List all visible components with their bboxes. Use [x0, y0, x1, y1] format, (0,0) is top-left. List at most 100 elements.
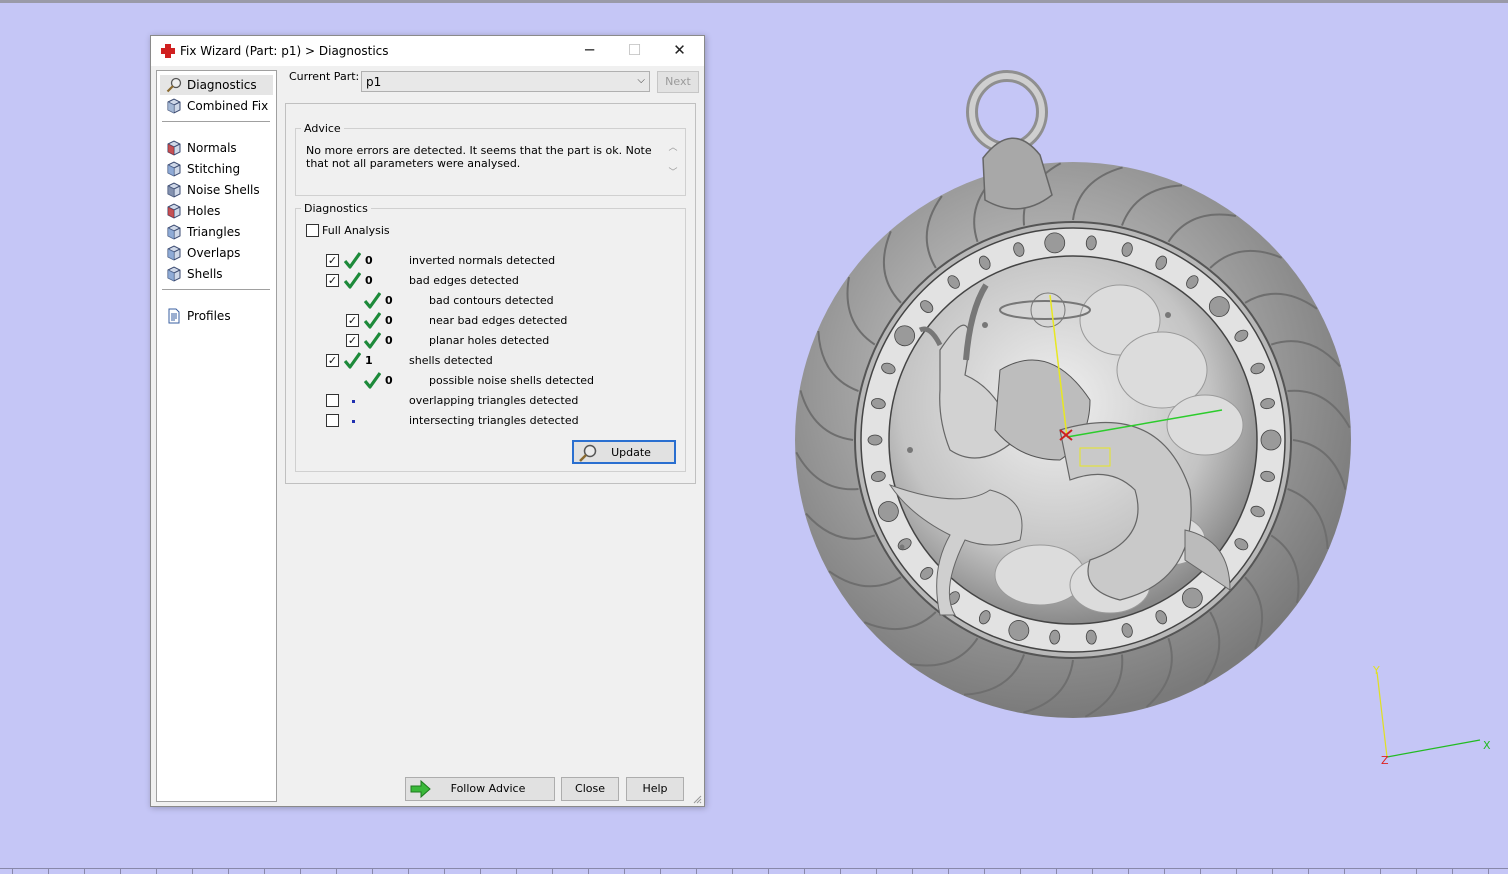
diagnostic-checkbox[interactable]: ✓ [326, 254, 339, 267]
diagnostic-label: shells detected [409, 354, 493, 367]
title-bar[interactable]: Fix Wizard (Part: p1) > Diagnostics ─ ☐ … [151, 36, 704, 66]
holes-icon [166, 203, 182, 219]
bottom-ruler [0, 868, 1508, 874]
ruler-tick [1308, 869, 1309, 874]
ruler-tick [840, 869, 841, 874]
ruler-tick [588, 869, 589, 874]
magnifier-icon [166, 77, 182, 93]
pendant-model-3d[interactable] [790, 70, 1360, 725]
ruler-tick [300, 869, 301, 874]
axis-y-label: Y [1372, 664, 1380, 677]
update-button[interactable]: Update [572, 440, 676, 464]
ruler-tick [48, 869, 49, 874]
diagnostic-checkbox[interactable] [326, 414, 339, 427]
ruler-tick [1236, 869, 1237, 874]
diagnostic-checkbox[interactable] [326, 394, 339, 407]
ruler-tick [408, 869, 409, 874]
advice-textbox[interactable]: No more errors are detected. It seems th… [305, 142, 680, 190]
follow-advice-label: Follow Advice [450, 782, 526, 795]
diagnostic-checkbox[interactable]: ✓ [346, 314, 359, 327]
ruler-tick [480, 869, 481, 874]
ruler-tick [1452, 869, 1453, 874]
ruler-tick [948, 869, 949, 874]
current-part-value: p1 [366, 75, 382, 89]
app-cross-icon [161, 44, 175, 58]
noise-shells-icon [166, 182, 182, 198]
triangles-icon [166, 224, 182, 240]
current-part-label: Current Part: [289, 70, 360, 83]
diagnostic-label: overlapping triangles detected [409, 394, 579, 407]
diagnostic-count: 0 [365, 274, 373, 287]
nav-item-holes[interactable]: Holes [160, 201, 273, 221]
axis-x-label: X [1483, 739, 1491, 752]
nav-item-shells[interactable]: Shells [160, 264, 273, 284]
diagnostic-checkbox[interactable]: ✓ [346, 334, 359, 347]
ok-check-icon [364, 312, 381, 329]
diagnostics-group-title: Diagnostics [301, 202, 371, 215]
ruler-tick [732, 869, 733, 874]
nav-item-stitching[interactable]: Stitching [160, 159, 273, 179]
nav-item-diagnostics[interactable]: Diagnostics [160, 75, 273, 95]
nav-item-noise-shells[interactable]: Noise Shells [160, 180, 273, 200]
minimize-button[interactable]: ─ [567, 36, 612, 66]
advice-scrollbar[interactable]: ︿ ﹀ [666, 142, 680, 190]
chevron-down-icon: ⌵ [637, 75, 645, 86]
axis-triad: Y X Z [1372, 664, 1491, 767]
ruler-tick [1056, 869, 1057, 874]
ruler-tick [912, 869, 913, 874]
ruler-tick [660, 869, 661, 874]
diagnostic-label: inverted normals detected [409, 254, 556, 267]
ruler-tick [228, 869, 229, 874]
screen-top-border [0, 0, 1508, 3]
nav-item-label: Profiles [187, 309, 231, 323]
scroll-down-icon[interactable]: ﹀ [666, 167, 680, 180]
resize-grip-icon[interactable] [692, 794, 702, 804]
normals-icon [166, 140, 182, 156]
nav-item-combined-fix[interactable]: Combined Fix [160, 96, 273, 116]
nav-item-triangles[interactable]: Triangles [160, 222, 273, 242]
diagnostic-checkbox[interactable]: ✓ [326, 274, 339, 287]
close-button[interactable]: Close [561, 777, 619, 801]
ok-check-icon [344, 352, 361, 369]
axis-z-label: Z [1381, 754, 1389, 767]
nav-item-label: Holes [187, 204, 221, 218]
not-analysed-dot-icon [352, 420, 355, 423]
ruler-tick [120, 869, 121, 874]
ruler-tick [516, 869, 517, 874]
nav-item-label: Triangles [187, 225, 241, 239]
nav-item-label: Noise Shells [187, 183, 260, 197]
wizard-nav-list: Diagnostics Combined Fix Normals Stitching N… [156, 70, 277, 802]
ruler-tick [696, 869, 697, 874]
nav-item-overlaps[interactable]: Overlaps [160, 243, 273, 263]
diagnostic-checkbox[interactable]: ✓ [326, 354, 339, 367]
diagnostic-count: 1 [365, 354, 373, 367]
leaf-ornament [1260, 429, 1282, 451]
ruler-tick [768, 869, 769, 874]
follow-advice-button[interactable]: Follow Advice [405, 777, 555, 801]
ruler-tick [264, 869, 265, 874]
nav-item-normals[interactable]: Normals [160, 138, 273, 158]
ruler-tick [1416, 869, 1417, 874]
ruler-tick [444, 869, 445, 874]
diagnostics-panel: Advice No more errors are detected. It s… [285, 103, 696, 484]
overlaps-icon [166, 245, 182, 261]
full-analysis-checkbox[interactable] [306, 224, 319, 237]
window-title: Fix Wizard (Part: p1) > Diagnostics [180, 44, 389, 58]
next-button[interactable]: Next [657, 71, 699, 93]
nav-item-label: Shells [187, 267, 223, 281]
nav-item-profiles[interactable]: Profiles [160, 306, 273, 326]
ok-check-icon [364, 292, 381, 309]
diagnostic-count: 0 [365, 254, 373, 267]
ruler-tick [1020, 869, 1021, 874]
help-button[interactable]: Help [626, 777, 684, 801]
ruler-tick [1200, 869, 1201, 874]
diagnostic-label: planar holes detected [429, 334, 550, 347]
nav-separator [162, 289, 270, 290]
nav-item-label: Overlaps [187, 246, 241, 260]
ruler-tick [1344, 869, 1345, 874]
ruler-tick [12, 869, 13, 874]
maximize-button[interactable]: ☐ [612, 36, 657, 66]
close-window-button[interactable]: ✕ [657, 36, 702, 66]
current-part-select[interactable]: p1 ⌵ [361, 71, 650, 92]
scroll-up-icon[interactable]: ︿ [666, 142, 680, 155]
